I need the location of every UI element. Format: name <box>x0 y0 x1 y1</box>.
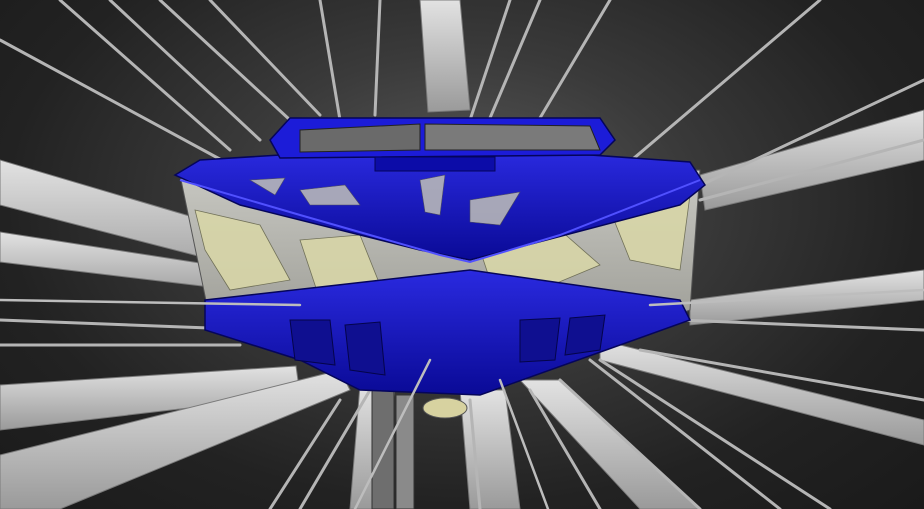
windscreen <box>424 123 601 151</box>
beam <box>518 379 701 509</box>
pod <box>422 397 468 419</box>
beam <box>699 109 924 211</box>
pillar <box>371 384 395 509</box>
hatch <box>374 156 496 172</box>
beam <box>419 0 471 113</box>
render-viewport[interactable] <box>0 0 924 509</box>
scene-canvas <box>0 0 924 509</box>
